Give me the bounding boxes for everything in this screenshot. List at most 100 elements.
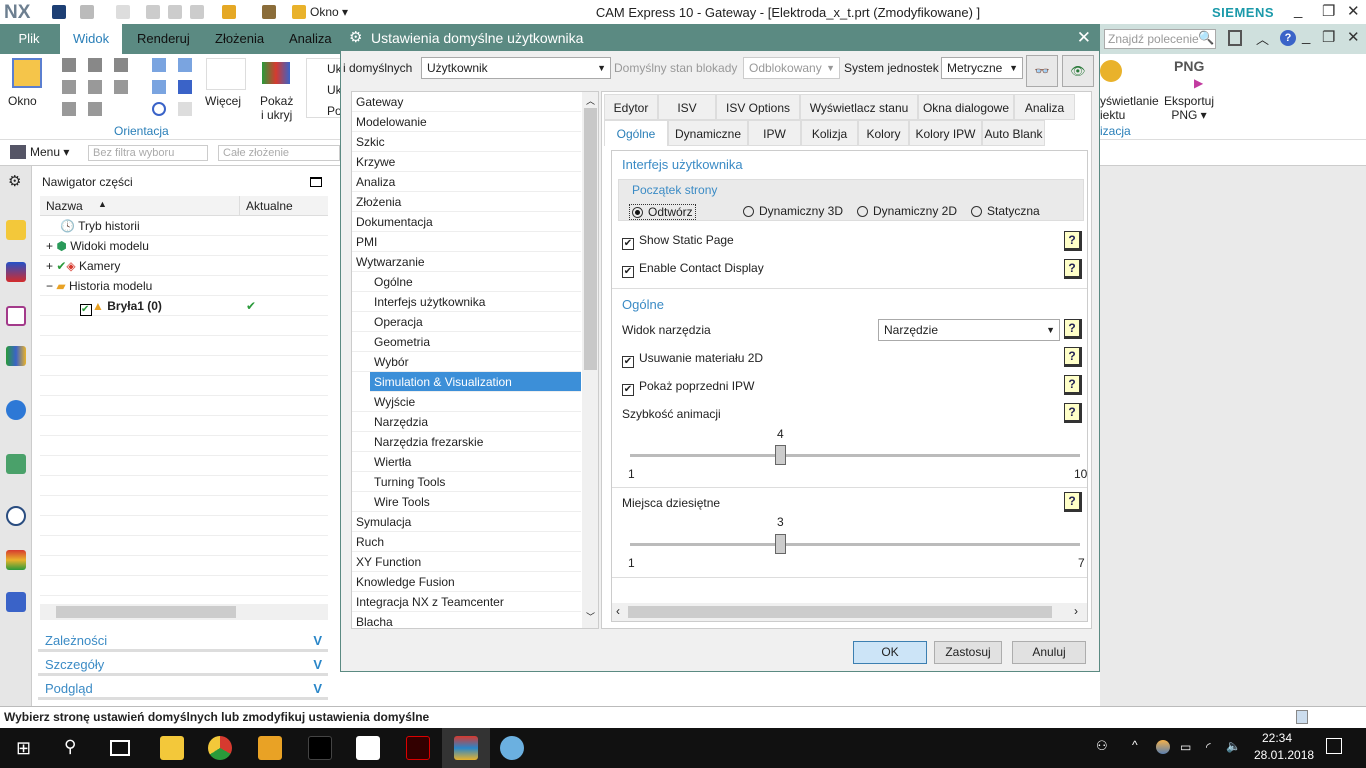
tab-dynamiczne[interactable]: Dynamiczne — [668, 120, 748, 146]
category-item[interactable]: Dokumentacja — [352, 212, 581, 232]
close-button[interactable]: ✕ — [1347, 2, 1360, 20]
tab-renderuj[interactable]: Renderuj — [124, 24, 203, 54]
radio-odtworz[interactable]: Odtwórz — [629, 204, 696, 220]
maximize-icon[interactable] — [310, 177, 322, 187]
remove-material-2d-checkbox[interactable]: ✔ Usuwanie materiału 2D — [622, 351, 763, 368]
radio-statyczna[interactable]: Statyczna — [971, 204, 1040, 218]
doc-close-button[interactable]: ✕ — [1347, 28, 1360, 46]
show-hidden-icons[interactable]: ^ — [1132, 738, 1138, 752]
category-item[interactable]: Turning Tools — [352, 472, 581, 492]
more-icon[interactable] — [206, 58, 246, 90]
web-browser-icon[interactable] — [6, 454, 26, 474]
nx-taskbar-button[interactable] — [442, 728, 490, 768]
scroll-thumb[interactable] — [584, 108, 597, 370]
content-horizontal-scrollbar[interactable]: ‹ › — [612, 603, 1087, 621]
find-default-button[interactable]: 👓 — [1026, 55, 1058, 87]
category-item[interactable]: XY Function — [352, 552, 581, 572]
view-icon[interactable] — [62, 102, 76, 116]
pokaz-ukryj-button[interactable]: Pokaż i ukryj — [260, 94, 293, 122]
palette-icon[interactable] — [6, 550, 26, 570]
window-view-icon[interactable] — [12, 58, 42, 88]
tab-kolory[interactable]: Kolory — [858, 120, 909, 146]
view-icon[interactable] — [114, 58, 128, 72]
collapse-ribbon-icon[interactable]: ︿ — [1256, 29, 1269, 48]
tab-zlozenia[interactable]: Złożenia — [202, 24, 277, 54]
paint-icon[interactable] — [500, 736, 524, 760]
wyswietlanie-button[interactable]: yświetlanie iektu — [1100, 94, 1159, 122]
scroll-right-icon[interactable]: › — [1074, 604, 1078, 618]
panel-szczegoly[interactable]: Szczegóły V — [38, 654, 328, 676]
panel-zaleznosci[interactable]: Zależności V — [38, 630, 328, 652]
category-item[interactable]: Analiza — [352, 172, 581, 192]
tree-row[interactable]: ✔ ▲ Bryła1 (0) ✔ — [40, 296, 328, 316]
fullscreen-icon[interactable] — [1228, 30, 1242, 46]
panel-podglad[interactable]: Podgląd V — [38, 678, 328, 700]
category-item[interactable]: Simulation & Visualization — [370, 372, 581, 392]
category-item[interactable]: Integracja NX z Teamcenter — [352, 592, 581, 612]
category-item[interactable]: Złożenia — [352, 192, 581, 212]
category-item[interactable]: Operacja — [352, 312, 581, 332]
tab-edytor[interactable]: Edytor — [604, 94, 658, 120]
tab-isv[interactable]: ISV — [658, 94, 716, 120]
help-icon[interactable]: ? — [1280, 30, 1296, 46]
view-icon[interactable] — [62, 80, 76, 94]
category-scrollbar[interactable]: ︿ ﹀ — [582, 92, 598, 628]
tab-analiza[interactable]: Analiza — [276, 24, 345, 54]
checkbox[interactable]: ✔ — [80, 304, 92, 316]
category-item[interactable]: Geometria — [352, 332, 581, 352]
clock-time[interactable]: 22:34 — [1262, 731, 1292, 745]
minimize-button[interactable]: _ — [1294, 2, 1302, 19]
category-item[interactable]: Krzywe — [352, 152, 581, 172]
radio-dynamiczny-2d[interactable]: Dynamiczny 2D — [857, 204, 957, 218]
help-icon[interactable]: ? — [1064, 375, 1082, 395]
view-icon[interactable] — [62, 58, 76, 72]
category-item[interactable]: Wytwarzanie — [352, 252, 581, 272]
assembly-navigator-icon[interactable] — [6, 220, 26, 240]
tab-og-lne[interactable]: Ogólne — [604, 120, 668, 146]
slider-thumb[interactable] — [775, 445, 786, 465]
display-icon[interactable] — [1100, 60, 1122, 82]
tab-okna-dialogowe[interactable]: Okna dialogowe — [918, 94, 1014, 120]
info-icon[interactable] — [6, 400, 26, 420]
graphics-area[interactable] — [1100, 166, 1366, 706]
tree-row[interactable]: + ⬢ Widoki modelu — [40, 236, 328, 256]
category-item[interactable]: Gateway — [352, 92, 581, 112]
restore-button[interactable]: ❐ — [1322, 2, 1335, 20]
tab-analiza[interactable]: Analiza — [1014, 94, 1075, 120]
scroll-up-icon[interactable]: ︿ — [586, 94, 595, 107]
view-icon[interactable] — [88, 80, 102, 94]
dialog-close-button[interactable]: ✕ — [1077, 25, 1091, 51]
help-icon[interactable]: ? — [1064, 403, 1082, 423]
category-item[interactable]: Ogólne — [352, 272, 581, 292]
show-modified-button[interactable]: 👁 — [1062, 55, 1094, 87]
category-item[interactable]: Narzędzia — [352, 412, 581, 432]
menu-icon[interactable] — [10, 145, 26, 159]
column-nazwa[interactable]: Nazwa — [46, 199, 83, 213]
search-icon[interactable]: 🔍 — [1198, 30, 1214, 46]
menu-button[interactable]: Menu ▾ — [30, 145, 69, 159]
help-icon[interactable]: ? — [1064, 319, 1082, 339]
units-dropdown[interactable]: Metryczne ▼ — [941, 57, 1023, 79]
task-view-icon[interactable] — [110, 740, 130, 756]
tab-plik[interactable]: Plik — [0, 24, 58, 54]
scroll-down-icon[interactable]: ﹀ — [586, 610, 595, 623]
wiecej-button[interactable]: Więcej — [205, 94, 241, 108]
tree-row[interactable]: − ▰ Historia modelu — [40, 276, 328, 296]
help-icon[interactable]: ? — [1064, 259, 1082, 279]
tree-row[interactable]: + ✔◈ Kamery — [40, 256, 328, 276]
acrobat-icon[interactable] — [406, 736, 430, 760]
category-item[interactable]: Interfejs użytkownika — [352, 292, 581, 312]
tab-wy-wietlacz-stanu[interactable]: Wyświetlacz stanu — [800, 94, 918, 120]
scroll-thumb[interactable] — [628, 606, 1052, 618]
snap-view-icon[interactable] — [178, 102, 192, 116]
tab-kolory-ipw[interactable]: Kolory IPW — [909, 120, 982, 146]
eksportuj-png-button[interactable]: Eksportuj PNG ▾ — [1164, 94, 1214, 122]
view-icon[interactable] — [88, 58, 102, 72]
category-item[interactable]: Knowledge Fusion — [352, 572, 581, 592]
tab-widok[interactable]: Widok — [60, 24, 123, 54]
help-icon[interactable]: ? — [1064, 347, 1082, 367]
reuse-library-icon[interactable] — [6, 346, 26, 366]
category-item[interactable]: Ruch — [352, 532, 581, 552]
tab-kolizja[interactable]: Kolizja — [801, 120, 858, 146]
view-icon[interactable] — [88, 102, 102, 116]
